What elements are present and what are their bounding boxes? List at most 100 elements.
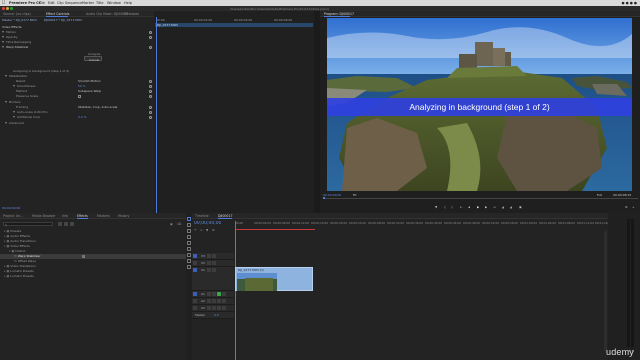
tab-markers[interactable]: Markers — [97, 214, 110, 218]
close-icon[interactable] — [2, 7, 5, 10]
method-dropdown[interactable]: Subspace Warp — [78, 89, 101, 93]
reset-icon[interactable] — [149, 95, 152, 98]
expand-icon[interactable] — [2, 41, 4, 43]
go-to-out-icon[interactable]: ⇥ — [493, 205, 496, 209]
menu-window[interactable]: Window — [107, 1, 121, 5]
ec-clip-bar[interactable]: DJI_0177.MOV — [155, 23, 313, 27]
tab-metadata[interactable]: Metadata — [124, 12, 139, 16]
accelerated-effects-icon[interactable] — [58, 222, 62, 226]
reset-icon[interactable] — [149, 46, 152, 49]
linked-selection-icon[interactable]: ∞ — [200, 228, 203, 232]
effect-row-opacity[interactable]: Opacity — [2, 35, 18, 39]
effect-row-time-remapping[interactable]: Time Remapping — [2, 40, 31, 44]
timeline-scrollbar[interactable] — [604, 231, 607, 351]
source-label[interactable]: Master * DJI_0177.MOV — [2, 18, 37, 22]
add-marker-icon[interactable]: ▼ — [206, 228, 208, 232]
minimize-icon[interactable] — [6, 7, 9, 10]
preserve-scale-checkbox[interactable] — [78, 95, 81, 98]
step-forward-icon[interactable]: ▶ — [485, 205, 487, 209]
cancel-button[interactable]: Cancel — [84, 56, 102, 62]
framing-dropdown[interactable]: Stabilize, Crop, Auto-scale — [78, 105, 117, 109]
reset-icon[interactable] — [149, 85, 152, 88]
selection-tool-icon[interactable] — [187, 217, 191, 221]
razor-tool-icon[interactable] — [187, 247, 191, 251]
auto-scale-row[interactable]: Auto-scale (100.0%) — [13, 110, 48, 114]
hand-tool-icon[interactable] — [187, 265, 191, 269]
borders-heading[interactable]: Borders — [5, 100, 21, 104]
menu-marker[interactable]: Marker — [82, 1, 94, 5]
rolling-edit-tool-icon[interactable] — [187, 235, 191, 239]
menu-app[interactable]: Premiere Pro CC — [9, 1, 41, 5]
trash-icon[interactable]: ⌫ — [177, 222, 181, 226]
source-patch-a3[interactable] — [193, 306, 197, 310]
expand-icon[interactable] — [5, 122, 7, 124]
rate-stretch-tool-icon[interactable] — [187, 241, 191, 245]
expand-icon[interactable] — [5, 101, 7, 103]
mark-in-icon[interactable]: { — [444, 205, 446, 209]
sync-lock-icon[interactable] — [207, 261, 211, 265]
snap-icon[interactable]: ↷ — [194, 228, 197, 232]
source-patch-a1[interactable] — [193, 292, 197, 296]
menu-sequence[interactable]: Sequence — [65, 1, 82, 5]
eye-icon[interactable] — [212, 261, 216, 265]
tab-source[interactable]: Source: (no clips) — [3, 12, 31, 16]
source-patch-v2[interactable] — [193, 261, 197, 265]
32bit-effects-icon[interactable] — [64, 222, 68, 226]
mic-icon[interactable] — [222, 299, 226, 303]
stabilization-heading[interactable]: Stabilization — [5, 74, 27, 78]
expand-icon[interactable] — [13, 111, 15, 113]
menu-help[interactable]: Help — [124, 1, 132, 5]
play-icon[interactable]: ▶ — [477, 205, 479, 209]
step-back-icon[interactable]: ◀ — [468, 205, 470, 209]
master-volume-value[interactable]: 0.0 — [214, 313, 219, 317]
scrub-bar[interactable] — [323, 198, 638, 199]
menu-file[interactable]: File — [39, 1, 45, 5]
reset-icon[interactable] — [149, 90, 152, 93]
extract-icon[interactable]: ▲ — [510, 205, 512, 209]
yuv-effects-icon[interactable] — [70, 222, 74, 226]
source-patch-v1[interactable] — [193, 268, 197, 272]
tree-item-presets[interactable]: ▸ ■ Presets — [4, 229, 21, 233]
reset-icon[interactable] — [149, 106, 152, 109]
reset-icon[interactable] — [149, 111, 152, 114]
pen-tool-icon[interactable] — [187, 259, 191, 263]
zoom-icon[interactable] — [10, 7, 13, 10]
expand-icon[interactable] — [5, 75, 7, 77]
ec-timecode[interactable]: 00;00;00;00 — [2, 206, 20, 210]
settings-icon[interactable]: ⚙ — [625, 205, 628, 209]
tree-item-lumetri-presets[interactable]: ▸ ■ Lumetri Presets — [4, 269, 34, 273]
solo-icon[interactable] — [217, 299, 221, 303]
tab-media-browser[interactable]: Media Browser — [32, 214, 56, 218]
ripple-edit-tool-icon[interactable] — [187, 229, 191, 233]
fit-dropdown[interactable]: Fit — [353, 193, 357, 197]
reset-icon[interactable] — [149, 80, 152, 83]
new-folder-icon[interactable]: ▣ — [170, 222, 173, 226]
go-to-in-icon[interactable]: ⇤ — [460, 205, 463, 209]
source-patch-v3[interactable] — [193, 254, 197, 258]
tree-item-video-transitions[interactable]: ▸ ■ Video Transitions — [4, 264, 36, 268]
result-dropdown[interactable]: Smooth Motion — [78, 79, 101, 83]
add-button-icon[interactable]: + — [632, 205, 635, 209]
tab-info[interactable]: Info — [62, 214, 68, 218]
tree-item-audio-transitions[interactable]: ▸ ■ Audio Transitions — [4, 239, 36, 243]
ec-playhead[interactable] — [156, 17, 157, 213]
mute-icon[interactable] — [212, 292, 216, 296]
sync-lock-icon[interactable] — [207, 254, 211, 258]
lift-icon[interactable]: ▲ — [502, 205, 504, 209]
program-timecode[interactable]: 00;00;00;00 — [323, 193, 341, 197]
sync-lock-icon[interactable] — [207, 268, 211, 272]
sync-lock-icon[interactable] — [207, 299, 211, 303]
solo-icon[interactable] — [217, 292, 221, 296]
advanced-heading[interactable]: Advanced — [5, 121, 24, 125]
reset-icon[interactable] — [149, 31, 152, 34]
video-clip[interactable]: DJI_0177.MOV [V] — [235, 267, 313, 291]
mark-out-icon[interactable]: } — [451, 205, 453, 209]
expand-icon[interactable] — [13, 85, 15, 87]
tree-item-video-effects[interactable]: ▾ ■ Video Effects — [4, 244, 30, 248]
smoothness-value[interactable]: 50 % — [78, 84, 86, 88]
mic-icon[interactable] — [222, 292, 226, 296]
effect-row-motion[interactable]: Motion — [2, 30, 16, 34]
crop-value[interactable]: 0.0 % — [78, 115, 87, 119]
tree-item-audio-effects[interactable]: ▸ ■ Audio Effects — [4, 234, 30, 238]
mute-icon[interactable] — [212, 299, 216, 303]
